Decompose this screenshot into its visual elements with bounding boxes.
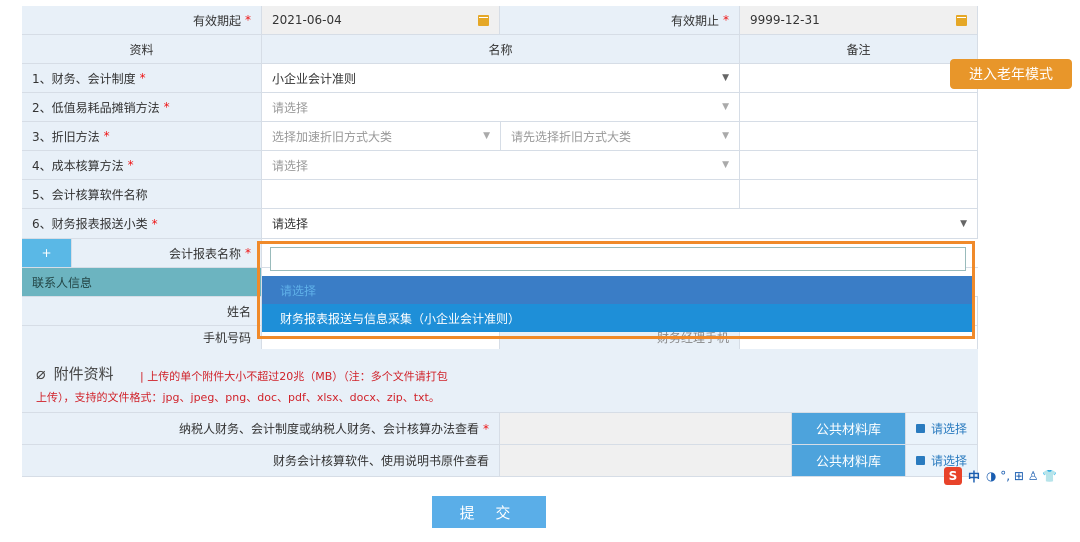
amortization-select[interactable]: 请选择 ▼: [262, 93, 740, 121]
dropdown-option-please-select[interactable]: 请选择: [262, 276, 974, 304]
remark-input[interactable]: [740, 122, 978, 150]
remark-input[interactable]: [740, 64, 978, 92]
table-row: 3、折旧方法 * 选择加速折旧方式大类 ▼ 请先选择折旧方式大类 ▼: [22, 122, 978, 151]
choose-file-button[interactable]: 请选择: [906, 413, 978, 444]
row-label: 3、折旧方法 *: [22, 122, 262, 150]
valid-from-value: 2021-06-04: [272, 13, 342, 27]
valid-from-label: 有效期起 *: [22, 6, 262, 34]
ime-tool-icons[interactable]: ◑ °, ⊞ ♙ 👕: [986, 469, 1057, 483]
attachment-label: 纳税人财务、会计制度或纳税人财务、会计核算办法查看 *: [22, 413, 500, 444]
report-name-search-input[interactable]: [270, 247, 966, 271]
row-label: 6、财务报表报送小类 *: [22, 209, 262, 238]
caret-down-icon: ▼: [722, 102, 729, 112]
public-library-button[interactable]: 公共材料库: [792, 445, 906, 476]
calendar-icon[interactable]: [956, 14, 967, 26]
caret-down-icon: ▼: [722, 73, 729, 83]
select-placeholder: 选择加速折旧方式大类: [272, 129, 393, 144]
row-label: 5、会计核算软件名称: [22, 180, 262, 208]
caret-down-icon: ▼: [960, 218, 967, 229]
caret-down-icon: ▼: [483, 131, 490, 141]
row-label: 4、成本核算方法 *: [22, 151, 262, 179]
sogou-logo-icon[interactable]: S: [944, 467, 962, 485]
folder-icon: [916, 424, 925, 433]
calendar-icon[interactable]: [478, 14, 489, 26]
caret-down-icon: ▼: [722, 160, 729, 170]
select-value: 请选择: [272, 217, 309, 231]
contact-section-label: 联系人信息: [22, 268, 262, 296]
row-label: 2、低值易耗品摊销方法 *: [22, 93, 262, 121]
paperclip-icon: ⌀: [36, 364, 46, 383]
depreciation-method-select[interactable]: 请先选择折旧方式大类 ▼: [501, 122, 740, 150]
select-placeholder: 请选择: [272, 100, 309, 115]
table-row: 6、财务报表报送小类 * 请选择 ▼: [22, 209, 978, 239]
ime-language-toggle[interactable]: 中: [968, 468, 980, 485]
caret-down-icon: ▼: [722, 131, 729, 141]
contact-name-label: 姓名: [22, 297, 262, 325]
validity-row: 有效期起 * 2021-06-04 有效期止 * 9999-12-31: [22, 6, 978, 35]
elder-mode-button[interactable]: 进入老年模式: [950, 59, 1072, 89]
folder-icon: [916, 456, 925, 465]
add-report-button[interactable]: +: [22, 239, 72, 267]
table-row: 4、成本核算方法 * 请选择 ▼: [22, 151, 978, 180]
attachments-note-line2: 上传），支持的文件格式：jpg、jpeg、png、doc、pdf、xlsx、do…: [36, 391, 440, 404]
select-placeholder: 请先选择折旧方式大类: [511, 129, 632, 144]
page: 有效期起 * 2021-06-04 有效期止 * 9999-12-31 资料 名称 …: [0, 0, 1080, 542]
attachment-label: 财务会计核算软件、使用说明书原件查看: [22, 445, 500, 476]
valid-to-value: 9999-12-31: [750, 13, 820, 27]
col-material: 资料: [22, 35, 262, 63]
report-subcategory-select[interactable]: 请选择 ▼: [262, 209, 978, 238]
report-name-dropdown: 请选择 财务报表报送与信息采集（小企业会计准则）: [262, 243, 974, 333]
attachments-title: ⌀ 附件资料: [36, 364, 114, 383]
remark-input[interactable]: [740, 180, 978, 208]
valid-to-label: 有效期止 *: [500, 6, 740, 34]
cost-method-select[interactable]: 请选择 ▼: [262, 151, 740, 179]
accounting-system-select[interactable]: 小企业会计准则 ▼: [262, 64, 740, 92]
attachment-row: 财务会计核算软件、使用说明书原件查看 公共材料库 请选择: [22, 445, 978, 477]
select-value: 小企业会计准则: [272, 71, 357, 86]
table-header: 资料 名称 备注: [22, 35, 978, 64]
remark-input[interactable]: [740, 151, 978, 179]
attachments-note-line1: | 上传的单个附件大小不超过20兆（MB）（注：多个文件请打包: [140, 370, 448, 383]
attachment-file-field[interactable]: [500, 445, 792, 476]
attachments-section: ⌀ 附件资料 | 上传的单个附件大小不超过20兆（MB）（注：多个文件请打包 上…: [22, 349, 978, 413]
valid-from-field[interactable]: 2021-06-04: [262, 6, 500, 34]
remark-input[interactable]: [740, 93, 978, 121]
select-placeholder: 请选择: [272, 158, 309, 173]
report-name-label: 会计报表名称 *: [72, 239, 262, 267]
contact-phone-label: 手机号码: [22, 326, 262, 349]
software-name-input[interactable]: [262, 180, 740, 208]
table-row: 1、财务、会计制度 * 小企业会计准则 ▼: [22, 64, 978, 93]
dropdown-option-report-collection[interactable]: 财务报表报送与信息采集（小企业会计准则）: [262, 304, 974, 332]
table-row: 2、低值易耗品摊销方法 * 请选择 ▼: [22, 93, 978, 122]
ime-toolbar: S 中 ◑ °, ⊞ ♙ 👕: [944, 465, 1080, 487]
valid-to-field[interactable]: 9999-12-31: [740, 6, 978, 34]
col-remark: 备注: [740, 35, 978, 63]
attachment-row: 纳税人财务、会计制度或纳税人财务、会计核算办法查看 * 公共材料库 请选择: [22, 413, 978, 445]
table-row: 5、会计核算软件名称: [22, 180, 978, 209]
public-library-button[interactable]: 公共材料库: [792, 413, 906, 444]
col-name: 名称: [262, 35, 740, 63]
depreciation-category-select[interactable]: 选择加速折旧方式大类 ▼: [262, 122, 501, 150]
attachment-file-field[interactable]: [500, 413, 792, 444]
submit-button[interactable]: 提 交: [432, 496, 546, 528]
row-label: 1、财务、会计制度 *: [22, 64, 262, 92]
